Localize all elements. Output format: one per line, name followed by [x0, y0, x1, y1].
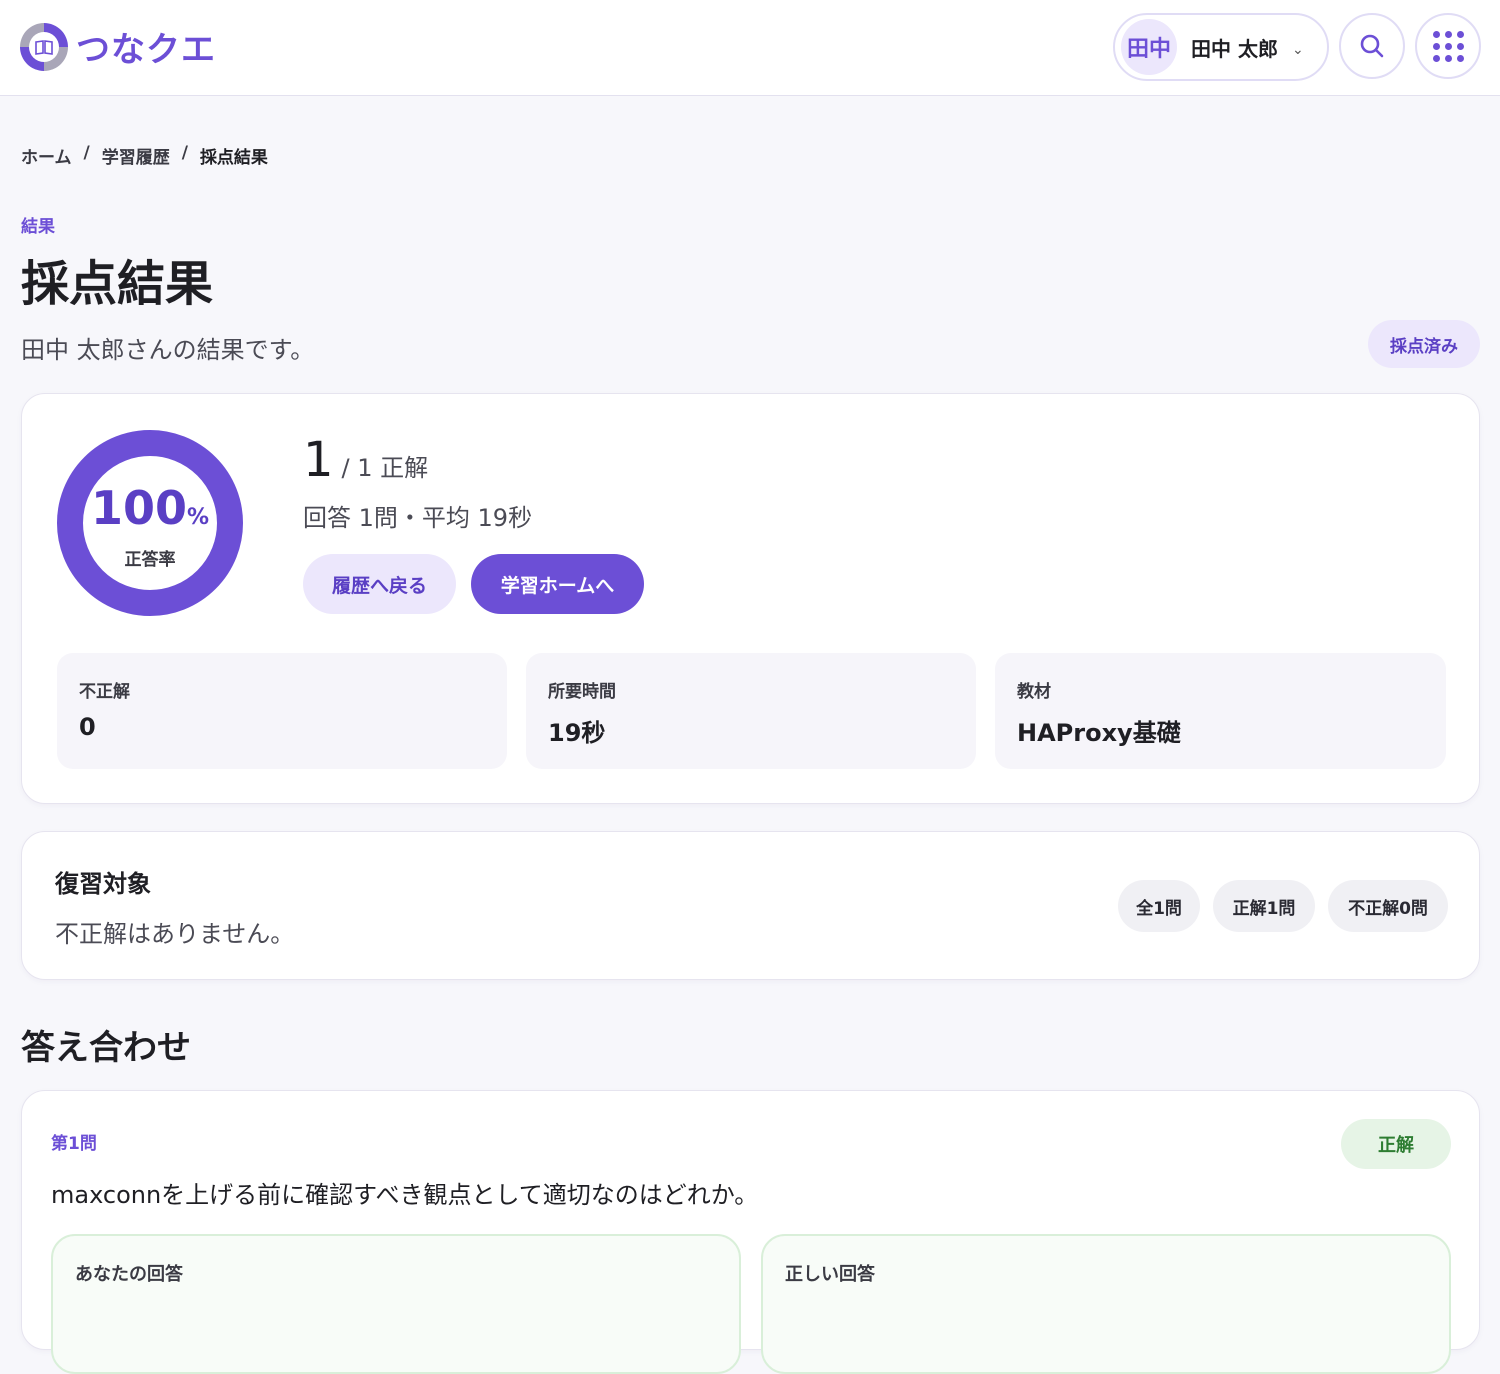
app-logo[interactable]: つなクエ	[20, 22, 216, 71]
page-title: 採点結果	[21, 256, 214, 312]
apps-menu-button[interactable]	[1415, 13, 1481, 79]
breadcrumb: ホーム / 学習履歴 / 採点結果	[21, 143, 268, 168]
score-summary-card: 100% 正答率 1 / 1 正解 回答 1問・平均 19秒 履歴へ戻る 学習ホ…	[21, 393, 1480, 804]
learning-home-button[interactable]: 学習ホームへ	[471, 554, 644, 614]
correct-answer-box: 正しい回答	[761, 1234, 1451, 1374]
search-icon	[1360, 34, 1384, 58]
stat-value: 19秒	[548, 719, 606, 747]
search-button[interactable]	[1339, 13, 1405, 79]
user-menu-button[interactable]: 田中 田中 太郎 ⌄	[1113, 13, 1329, 81]
page-subtitle: 田中 太郎さんの結果です。	[21, 336, 315, 364]
app-header: つなクエ 田中 田中 太郎 ⌄	[0, 0, 1500, 96]
avatar: 田中	[1121, 19, 1177, 75]
back-to-history-button[interactable]: 履歴へ戻る	[303, 554, 456, 614]
correct-answer-label: 正しい回答	[785, 1264, 875, 1285]
question-card: 第1問 正解 maxconnを上げる前に確認すべき観点として適切なのはどれか。 …	[21, 1090, 1480, 1374]
review-card: 復習対象 不正解はありません。 全1問 正解1問 不正解0問	[21, 831, 1480, 980]
question-text: maxconnを上げる前に確認すべき観点として適切なのはどれか。	[51, 1181, 759, 1209]
stat-time: 所要時間 19秒	[526, 653, 976, 769]
result-badge: 正解	[1341, 1119, 1451, 1169]
review-message: 不正解はありません。	[55, 920, 295, 948]
page-eyebrow: 結果	[21, 217, 55, 237]
stat-incorrect: 不正解 0	[57, 653, 507, 769]
user-name: 田中 太郎	[1191, 36, 1278, 61]
stat-value: 0	[79, 713, 96, 741]
logo-text: つなクエ	[76, 30, 216, 70]
status-badge: 採点済み	[1368, 320, 1480, 368]
review-title: 復習対象	[55, 870, 151, 898]
breadcrumb-home[interactable]: ホーム	[21, 143, 72, 168]
question-number: 第1問	[51, 1134, 97, 1154]
score-total: / 1 正解	[341, 454, 429, 482]
filter-chip-all[interactable]: 全1問	[1118, 880, 1200, 932]
accuracy-value: 100%	[90, 480, 210, 535]
stat-label: 不正解	[79, 682, 130, 702]
your-answer-box: あなたの回答	[51, 1234, 741, 1374]
score-correct: 1	[303, 432, 334, 488]
apps-grid-icon	[1432, 30, 1464, 62]
stat-label: 教材	[1017, 682, 1051, 702]
answers-section-title: 答え合わせ	[21, 1028, 191, 1068]
stat-material: 教材 HAProxy基礎	[995, 653, 1446, 769]
score-line: 1 / 1 正解	[303, 432, 428, 488]
stat-label: 所要時間	[548, 682, 616, 702]
filter-chip-incorrect[interactable]: 不正解0問	[1328, 880, 1448, 932]
breadcrumb-separator: /	[83, 143, 90, 163]
filter-chip-correct[interactable]: 正解1問	[1213, 880, 1315, 932]
answer-meta: 回答 1問・平均 19秒	[303, 504, 533, 532]
accuracy-label: 正答率	[124, 549, 176, 570]
breadcrumb-current: 採点結果	[199, 148, 268, 168]
chevron-down-icon: ⌄	[1291, 42, 1304, 58]
logo-icon	[20, 22, 68, 71]
breadcrumb-separator: /	[181, 143, 188, 163]
stat-value: HAProxy基礎	[1017, 719, 1181, 747]
breadcrumb-history[interactable]: 学習履歴	[102, 143, 170, 168]
your-answer-label: あなたの回答	[75, 1264, 183, 1285]
